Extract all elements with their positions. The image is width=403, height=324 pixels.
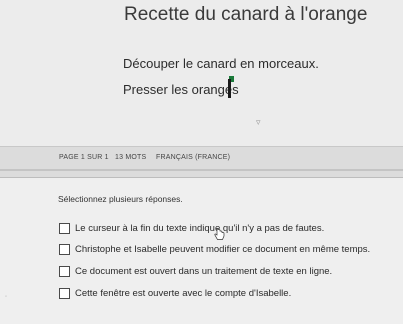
option-label: Le curseur à la fin du texte indique qu'…: [75, 223, 325, 234]
option-label: Cette fenêtre est ouverte avec le compte…: [75, 288, 292, 299]
checkbox[interactable]: [59, 244, 70, 255]
document-line-1: Découper le canard en morceaux.: [123, 56, 319, 71]
status-bar: PAGE 1 SUR 1 13 MOTS FRANÇAIS (FRANCE): [0, 146, 403, 178]
status-language[interactable]: FRANÇAIS (FRANCE): [156, 154, 230, 161]
document-line-2: Presser les oranges: [123, 82, 239, 97]
answer-option-2[interactable]: Christophe et Isabelle peuvent modifier …: [59, 244, 370, 255]
question-panel: Sélectionnez plusieurs réponses. Le curs…: [0, 178, 403, 324]
question-prompt: Sélectionnez plusieurs réponses.: [58, 194, 183, 204]
text-caret: [228, 79, 231, 98]
status-word-count[interactable]: 13 MOTS: [115, 154, 146, 161]
answer-option-4[interactable]: Cette fenêtre est ouverte avec le compte…: [59, 288, 291, 299]
hand-cursor-icon: [214, 228, 225, 240]
checkbox[interactable]: [59, 288, 70, 299]
checkbox[interactable]: [59, 266, 70, 277]
status-divider: [0, 169, 403, 171]
answer-option-3[interactable]: Ce document est ouvert dans un traitemen…: [59, 266, 332, 277]
document-title: Recette du canard à l'orange: [124, 4, 368, 25]
mouse-pointer-icon: ▿: [256, 117, 261, 127]
option-label: Ce document est ouvert dans un traitemen…: [75, 266, 333, 277]
answer-option-1[interactable]: Le curseur à la fin du texte indique qu'…: [59, 223, 324, 234]
document-canvas[interactable]: Recette du canard à l'orange Découper le…: [0, 0, 403, 146]
status-page-count[interactable]: PAGE 1 SUR 1: [59, 154, 109, 161]
checkbox[interactable]: [59, 223, 70, 234]
side-mark: ◦: [5, 294, 8, 300]
option-label: Christophe et Isabelle peuvent modifier …: [75, 244, 371, 255]
